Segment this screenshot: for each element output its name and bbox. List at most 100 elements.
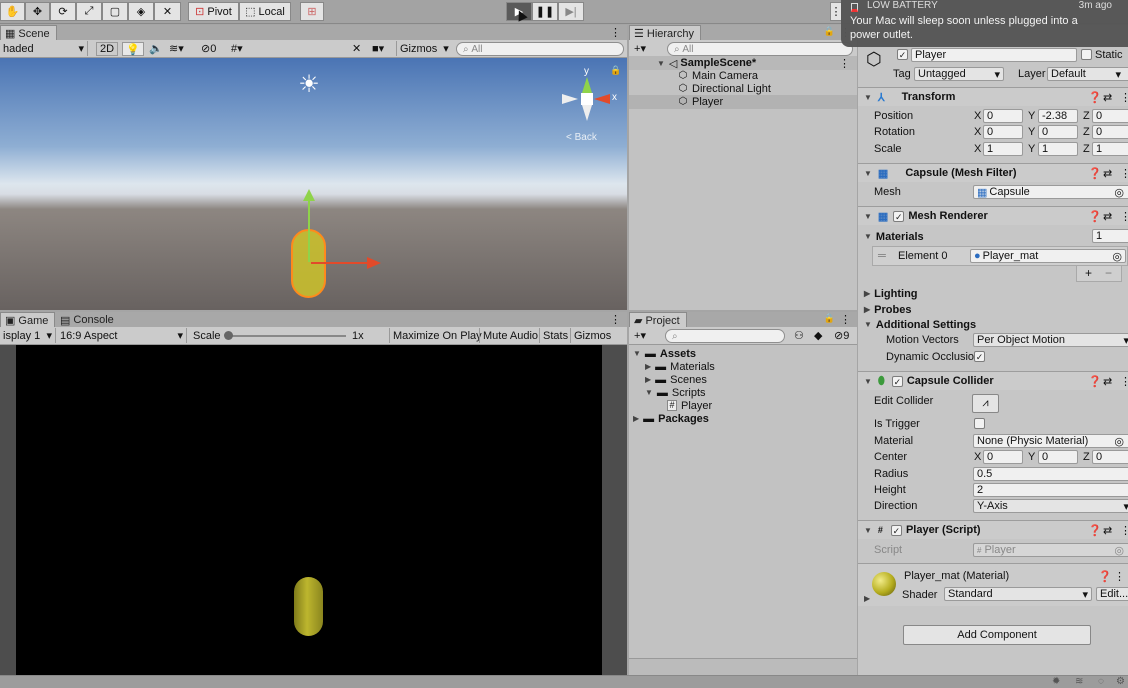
scene-search-input[interactable]: ⌕ All [456,42,624,56]
transform-header[interactable]: ▼ ⅄ Transform ❓ ⇄ ⋮ [858,87,1128,106]
bug-icon[interactable]: ✹ [1052,676,1060,687]
hierarchy-item-main-camera[interactable]: ⬡ Main Camera [677,69,758,82]
gizmo-x-arrow[interactable] [367,257,381,269]
assets-folder[interactable]: ▼ ▬ Assets [633,347,696,360]
mute-audio-button[interactable]: Mute Audio [479,328,541,343]
gizmo-y-cone[interactable] [582,77,592,93]
packages-folder[interactable]: ▶ ▬ Packages [633,412,709,425]
player-script-header[interactable]: ▼ # ✓ Player (Script) ❓ ⇄ ⋮ [858,520,1128,539]
is-trigger-checkbox[interactable] [974,418,985,429]
presets-icon[interactable]: ⇄ [1103,524,1112,537]
local-button[interactable]: ⬚ Local [239,2,291,21]
lighting-icon[interactable]: 💡 [122,42,144,56]
center-x-field[interactable]: 0 [983,450,1023,464]
component-menu-icon[interactable]: ⋮ [1120,210,1128,223]
mesh-filter-header[interactable]: ▼ ▦ Capsule (Mesh Filter) ❓ ⇄ ⋮ [858,163,1128,182]
materials-count-field[interactable]: 1 [1092,229,1128,243]
expand-triangle-icon[interactable]: ▼ [864,377,872,386]
step-button[interactable]: ▶| [558,2,584,21]
expand-triangle-icon[interactable]: ▼ [864,93,872,102]
gizmo-x-cone[interactable] [594,94,610,104]
expand-triangle-icon[interactable]: ▼ [645,388,653,397]
grid-icon[interactable]: #▾ [228,41,246,56]
center-z-field[interactable]: 0 [1092,450,1128,464]
scene-menu-icon[interactable]: ⋮ [839,57,850,70]
script-enabled-checkbox[interactable]: ✓ [890,524,902,536]
rotate-tool-icon[interactable]: ⟳ [50,2,76,21]
presets-icon[interactable]: ⇄ [1103,167,1112,180]
component-menu-icon[interactable]: ⋮ [1114,570,1125,583]
tab-console[interactable]: ▤ Console [56,312,120,328]
materials-foldout[interactable]: ▼ Materials [864,230,924,243]
2d-toggle[interactable]: 2D [96,42,119,56]
remove-element-button[interactable]: − [1105,266,1112,280]
panel-menu-icon[interactable]: ⋮ [840,313,851,326]
transform-tool-icon[interactable]: ◈ [128,2,154,21]
hierarchy-item-player[interactable]: ⬡ Player [629,95,857,109]
effects-icon[interactable]: ≋▾ [166,41,187,56]
motion-vectors-dropdown[interactable]: Per Object Motion▾ [973,333,1128,347]
maximize-on-play-button[interactable]: Maximize On Play [389,328,485,343]
position-y-field[interactable]: -2.38 [1038,109,1078,123]
hidden-objects-toggle[interactable]: ⊘ 0 [198,41,219,56]
tab-game[interactable]: ▣ Game [0,312,56,328]
scale-x-field[interactable]: 1 [983,142,1023,156]
gizmo-neg-x-cone[interactable] [562,94,578,104]
scenes-folder[interactable]: ▶ ▬ Scenes [645,373,707,386]
tools-icon[interactable]: ✕ [349,41,364,56]
capsule-collider-header[interactable]: ▼ ⬮ ✓ Capsule Collider ❓ ⇄ ⋮ [858,371,1128,390]
mesh-renderer-enabled-checkbox[interactable]: ✓ [893,210,905,222]
help-icon[interactable]: ❓ [1088,375,1102,388]
shader-edit-button[interactable]: Edit... [1096,587,1128,601]
direction-dropdown[interactable]: Y-Axis▾ [973,499,1128,513]
scale-slider-thumb[interactable] [224,331,233,340]
presets-icon[interactable]: ⇄ [1103,91,1112,104]
pivot-button[interactable]: ⊡ Pivot [188,2,239,21]
add-element-button[interactable]: + [1085,266,1092,280]
scene-row[interactable]: ▼ ◁ SampleScene* ⋮ [629,56,857,70]
layer-dropdown[interactable]: Default ▾ [1047,67,1128,81]
height-field[interactable]: 2 [973,483,1128,497]
expand-triangle-icon[interactable]: ▶ [864,594,870,603]
filter-label-icon[interactable]: ◆ [811,328,825,343]
project-search-input[interactable]: ⌕ [665,329,785,343]
layers-icon[interactable]: ≋ [1075,676,1083,687]
rotation-z-field[interactable]: 0 [1092,125,1128,139]
probes-foldout[interactable]: ▶ Probes [864,303,911,316]
expand-triangle-icon[interactable]: ▶ [633,414,639,423]
presets-icon[interactable]: ⇄ [1103,375,1112,388]
expand-triangle-icon[interactable]: ▼ [864,212,872,221]
expand-triangle-icon[interactable]: ▼ [633,349,641,358]
object-picker-icon[interactable]: ◎ [1112,250,1122,263]
expand-triangle-icon[interactable]: ▼ [864,169,872,178]
help-icon[interactable]: ❓ [1088,524,1102,537]
rect-tool-icon[interactable]: ▢ [102,2,128,21]
object-picker-icon[interactable]: ◎ [1114,435,1124,448]
active-checkbox[interactable]: ✓ [897,49,908,60]
move-tool-icon[interactable]: ✥ [25,2,50,21]
scale-slider-track[interactable] [228,335,346,337]
aspect-dropdown[interactable]: 16:9 Aspect ▾ [57,328,187,343]
object-picker-icon[interactable]: ◎ [1114,186,1124,199]
audio-icon[interactable]: 🔈 [146,41,166,56]
lock-icon[interactable]: 🔒 [610,65,621,76]
component-menu-icon[interactable]: ⋮ [1120,167,1128,180]
hierarchy-search-input[interactable]: ⌕ All [667,42,853,56]
shader-dropdown[interactable]: Standard ▾ [944,587,1092,601]
custom-tool-icon[interactable]: ✕ [154,2,181,21]
help-icon[interactable]: ❓ [1088,210,1102,223]
drag-handle-icon[interactable]: ═ [878,250,886,262]
scene-view[interactable]: ☀ y x < Back 🔒 [0,58,627,310]
scale-z-field[interactable]: 1 [1092,142,1128,156]
expand-triangle-icon[interactable]: ▶ [864,305,870,314]
gizmo-x-axis[interactable] [311,262,369,264]
stats-button[interactable]: Stats [539,328,571,343]
pause-button[interactable]: ❚❚ [532,2,558,21]
panel-menu-icon[interactable]: ⋮ [610,313,621,326]
expand-triangle-icon[interactable]: ▼ [864,232,872,241]
game-gizmos-dropdown[interactable]: Gizmos [570,328,614,343]
tab-project[interactable]: ▰ Project [629,312,687,328]
rotation-y-field[interactable]: 0 [1038,125,1078,139]
back-button[interactable]: < Back [566,132,597,143]
physic-material-field[interactable]: None (Physic Material) ◎ [973,434,1128,448]
